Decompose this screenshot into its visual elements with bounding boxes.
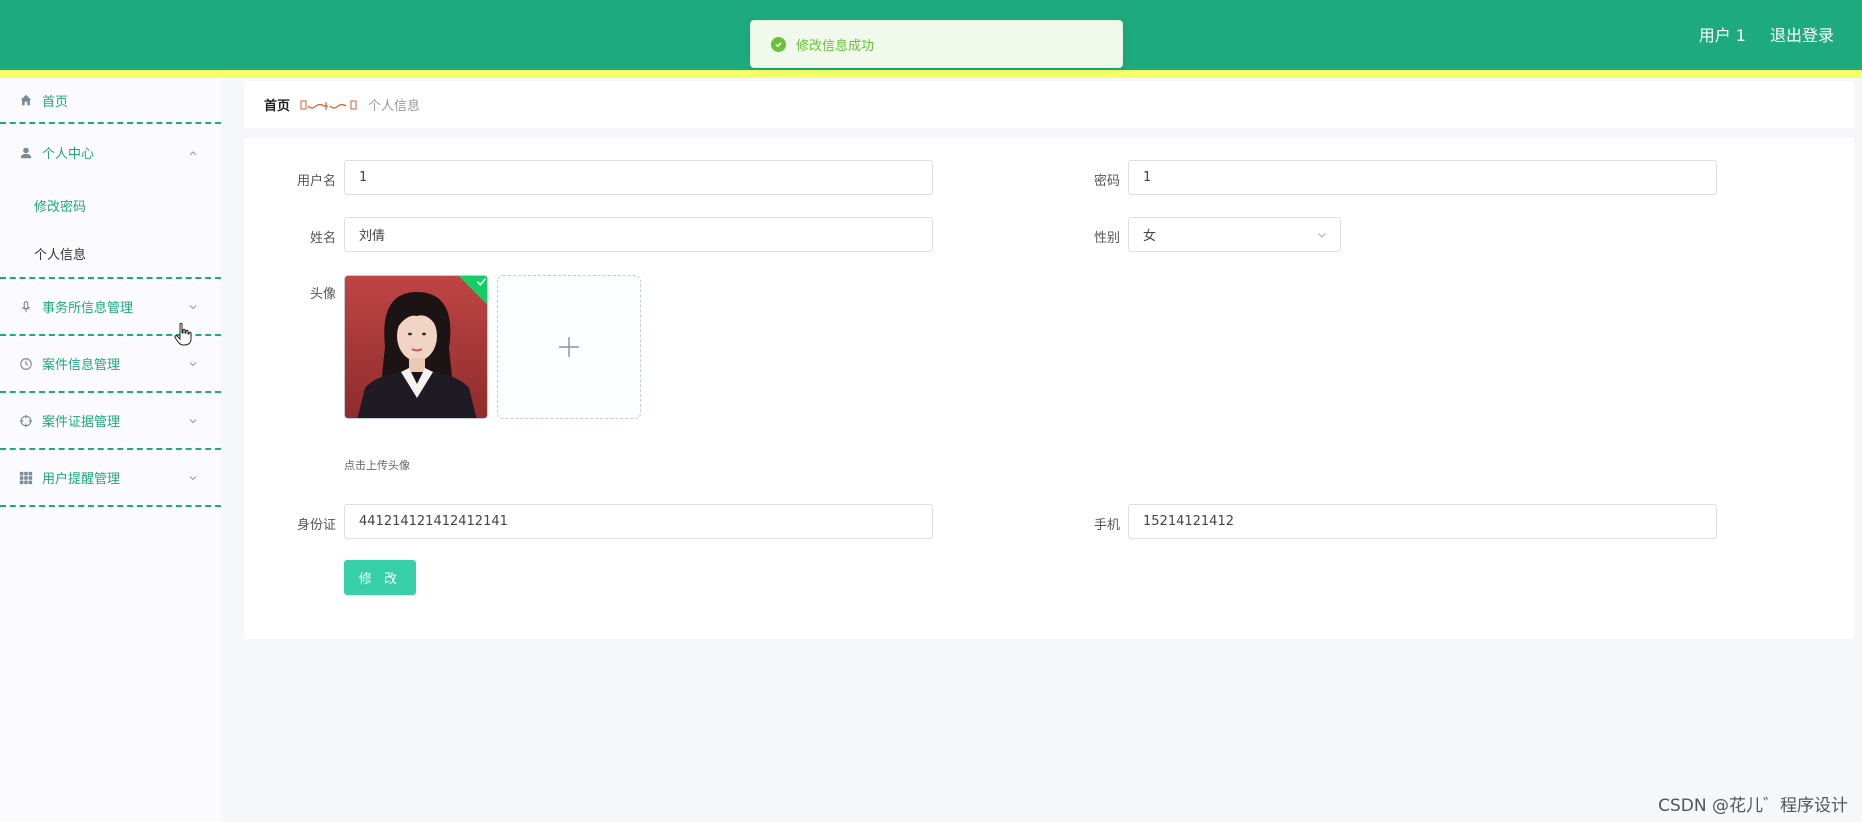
avatar-photo [345,276,487,418]
sidebar-item-label: 用户提醒管理 [42,472,121,487]
toast-message: 修改信息成功 [796,38,875,54]
sidebar-item-user-reminders[interactable]: 用户提醒管理 [0,450,221,507]
submit-button[interactable]: 修 改 [344,560,416,595]
sidebar-item-personal-center[interactable]: 个人中心 [0,124,221,181]
hand-cursor-icon [174,322,192,346]
password-label: 密码 [1093,174,1120,189]
gender-select[interactable]: 女 [1128,217,1341,252]
clock-icon [18,356,34,372]
current-user-label: 用户 1 [1698,26,1746,45]
sidebar-item-case-evidence[interactable]: 案件证据管理 [0,393,221,450]
name-label: 姓名 [309,231,336,246]
id-card-label: 身份证 [296,518,336,533]
chevron-down-icon [189,361,197,366]
breadcrumb-home-link[interactable]: 首页 [264,95,290,114]
username-label: 用户名 [296,174,336,189]
gender-select-value: 女 [1143,229,1157,244]
logout-button[interactable]: 退出登录 [1770,22,1834,46]
password-field[interactable]: 1 [1128,160,1717,195]
sidebar: 首页 个人中心 修改密码 个人信息 事务所信息管理 案件信息管理 案件证据管理 … [0,78,221,822]
sidebar-item-label: 首页 [42,94,69,110]
profile-form-panel: 用户名 1 密码 1 姓名 刘倩 性别 女 头像 点击上传头像 身份证 4412… [244,138,1854,639]
sidebar-item-label: 个人中心 [42,147,95,162]
sidebar-subitem-label: 修改密码 [34,199,87,215]
username-field[interactable]: 1 [344,160,933,195]
sidebar-item-label: 案件信息管理 [42,358,121,373]
breadcrumb-current: 个人信息 [368,99,421,114]
id-card-field[interactable]: 441214121412412141 [344,504,933,539]
sidebar-item-label: 事务所信息管理 [42,301,134,316]
user-icon [18,145,34,161]
grid-icon [18,470,34,486]
avatar-preview[interactable] [344,275,488,419]
home-icon [18,92,34,108]
sidebar-subitem-personal-info[interactable]: 个人信息 [0,229,221,277]
breadcrumb-separator-icon [300,100,357,110]
gender-label: 性别 [1093,231,1120,246]
sidebar-group-personal-center: 个人中心 修改密码 个人信息 [0,124,221,279]
upload-hint: 点击上传头像 [344,459,410,472]
phone-label: 手机 [1093,518,1120,533]
chevron-down-icon [189,418,197,423]
chevron-up-icon [189,150,197,155]
crosshair-icon [18,413,34,429]
header-user-area: 用户 1 退出登录 [1699,22,1834,46]
chevron-down-icon [1318,233,1326,238]
watermark: CSDN @花儿゛程序设计 [1658,796,1848,816]
check-icon [476,278,486,286]
sidebar-subitem-label: 个人信息 [34,247,87,263]
check-circle-icon [771,36,786,52]
header-stripe [0,70,1862,78]
avatar-label: 头像 [309,287,336,302]
chevron-down-icon [189,304,197,309]
success-toast: 修改信息成功 [750,20,1123,68]
microphone-icon [18,299,34,315]
breadcrumb: 首页 个人信息 [244,81,1854,128]
chevron-down-icon [189,475,197,480]
plus-icon [559,337,579,357]
sidebar-item-home[interactable]: 首页 [0,78,221,124]
name-field[interactable]: 刘倩 [344,217,933,252]
avatar-upload-button[interactable] [497,275,641,419]
sidebar-item-label: 案件证据管理 [42,415,121,430]
phone-field[interactable]: 15214121412 [1128,504,1717,539]
sidebar-subitem-change-password[interactable]: 修改密码 [0,181,221,229]
